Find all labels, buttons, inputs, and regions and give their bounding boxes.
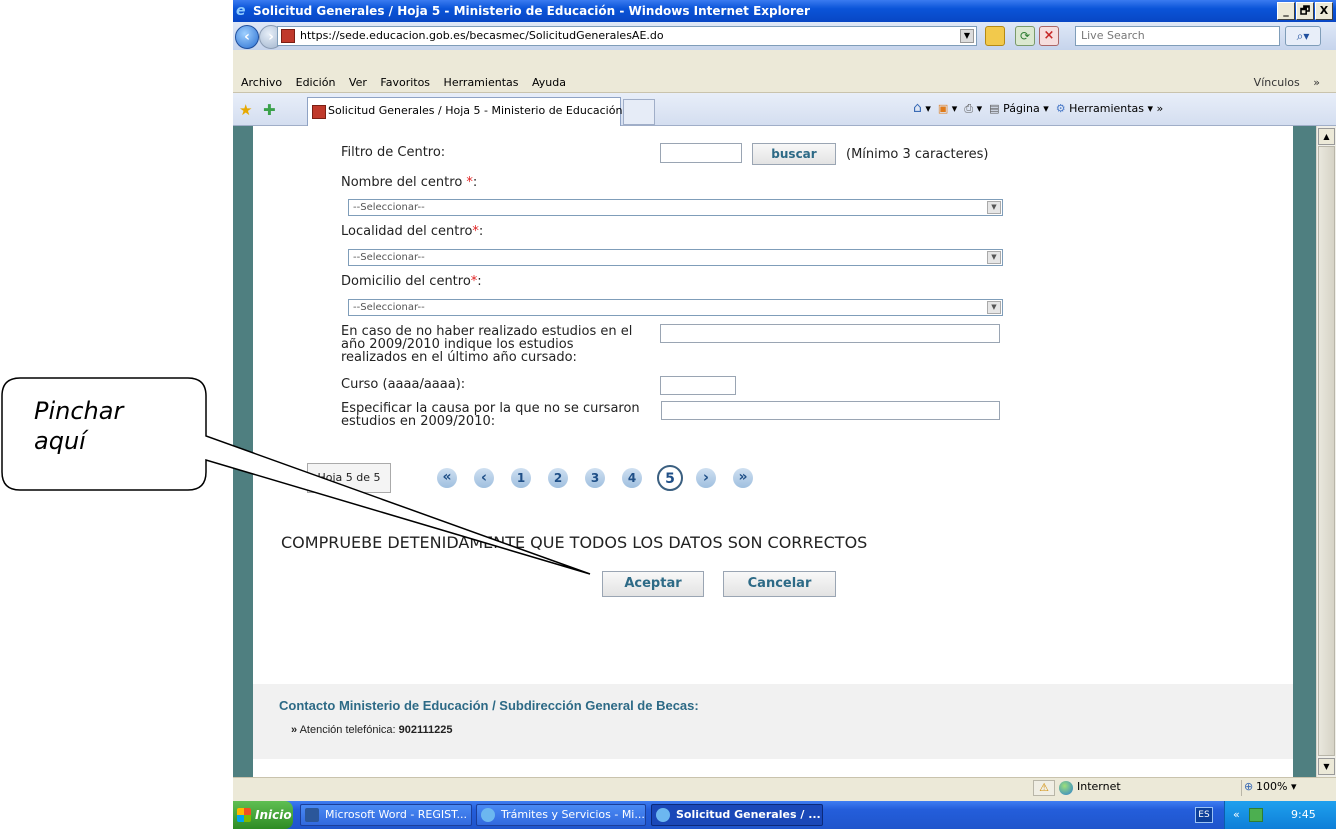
menu-ayuda[interactable]: Ayuda xyxy=(532,76,566,89)
ie-task-active-icon xyxy=(656,808,670,822)
print-icon[interactable]: ⎙ xyxy=(964,102,973,115)
causa-input[interactable] xyxy=(661,401,1000,420)
search-icon[interactable]: ⌕▾ xyxy=(1285,26,1321,46)
search-input[interactable]: Live Search xyxy=(1075,26,1280,46)
last-page-button[interactable]: » xyxy=(733,468,753,488)
start-button[interactable]: Inicio xyxy=(233,801,293,829)
network-icon[interactable] xyxy=(1249,808,1263,822)
tab-bar: ★ ✚ Solicitud Generales / Hoja 5 - Minis… xyxy=(233,93,1336,126)
next-page-button[interactable]: › xyxy=(696,468,716,488)
estudios-input[interactable] xyxy=(660,324,1000,343)
task-solicitud-active[interactable]: Solicitud Generales / ... xyxy=(651,804,823,826)
page-icon: ▤ xyxy=(989,102,1000,115)
close-button[interactable]: X xyxy=(1315,2,1333,20)
tray-expand-icon[interactable]: « xyxy=(1233,801,1240,829)
search-placeholder: Live Search xyxy=(1081,29,1145,42)
favorites-star-icon[interactable]: ★ xyxy=(239,101,252,119)
word-icon xyxy=(305,808,319,822)
address-url: https://sede.educacion.gob.es/becasmec/S… xyxy=(300,29,664,42)
right-decorative-bar xyxy=(1293,126,1316,777)
task-tramites[interactable]: Trámites y Servicios - Mi... xyxy=(476,804,646,826)
maximize-button[interactable]: 🗗 xyxy=(1296,2,1314,20)
localidad-label: Localidad del centro*: xyxy=(341,224,484,239)
scroll-up-icon[interactable]: ▲ xyxy=(1318,128,1335,145)
refresh-icon[interactable]: ⟳ xyxy=(1015,26,1035,46)
footer-title: Contacto Ministerio de Educación / Subdi… xyxy=(279,698,699,713)
stop-icon[interactable]: × xyxy=(1039,26,1059,46)
zone-indicator: Internet xyxy=(1059,780,1121,796)
command-bar: ⌂ ▾ ▣ ▾ ⎙ ▾ ▤ Página ▾ ⚙ Herramientas ▾ … xyxy=(913,100,1164,116)
globe-icon xyxy=(1059,781,1073,795)
annotation-callout: Pinchar aquí xyxy=(0,377,591,575)
add-favorites-icon[interactable]: ✚ xyxy=(263,101,276,119)
nombre-dropdown-icon: ▼ xyxy=(987,201,1001,214)
page-5-current: 5 xyxy=(657,465,683,491)
vertical-scrollbar[interactable]: ▲ ▼ xyxy=(1316,126,1336,777)
scroll-down-icon[interactable]: ▼ xyxy=(1318,758,1335,775)
site-favicon-icon xyxy=(281,29,295,43)
title-bar: e Solicitud Generales / Hoja 5 - Ministe… xyxy=(233,0,1336,22)
home-icon[interactable]: ⌂ xyxy=(913,100,922,116)
tab-active[interactable]: Solicitud Generales / Hoja 5 - Ministeri… xyxy=(307,97,623,126)
address-dropdown-icon[interactable]: ▼ xyxy=(960,29,974,43)
protected-mode-icon[interactable]: ⚠ xyxy=(1033,780,1055,796)
menu-archivo[interactable]: Archivo xyxy=(241,76,282,89)
back-button[interactable]: ‹ xyxy=(235,25,259,49)
scroll-thumb[interactable] xyxy=(1318,146,1335,756)
menu-herramientas[interactable]: Herramientas xyxy=(444,76,519,89)
links-menu[interactable]: Vínculos » xyxy=(1254,72,1320,93)
cancel-button[interactable]: Cancelar xyxy=(723,571,836,597)
curso-input[interactable] xyxy=(660,376,736,395)
footer: Contacto Ministerio de Educación / Subdi… xyxy=(253,684,1293,759)
buscar-button[interactable]: buscar xyxy=(752,143,836,165)
feeds-icon[interactable]: ▣ xyxy=(938,102,948,115)
address-bar[interactable]: https://sede.educacion.gob.es/becasmec/S… xyxy=(277,26,977,46)
ie-task-icon xyxy=(481,808,495,822)
tools-menu[interactable]: Herramientas xyxy=(1069,102,1144,115)
domicilio-label: Domicilio del centro*: xyxy=(341,274,482,289)
address-row: ‹ › https://sede.educacion.gob.es/becasm… xyxy=(233,22,1336,50)
filtro-label: Filtro de Centro: xyxy=(341,145,446,160)
minimize-button[interactable]: _ xyxy=(1277,2,1295,20)
windows-logo-icon xyxy=(237,808,251,822)
lock-icon[interactable] xyxy=(985,26,1005,46)
tools-gear-icon: ⚙ xyxy=(1055,102,1066,115)
domicilio-select[interactable]: --Seleccionar-- ▼ xyxy=(348,299,1003,316)
tab-title: Solicitud Generales / Hoja 5 - Ministeri… xyxy=(328,104,623,117)
clock: 9:45 xyxy=(1291,808,1316,821)
ie-logo-icon: e xyxy=(236,3,246,19)
taskbar: Inicio Microsoft Word - REGIST... Trámit… xyxy=(233,801,1336,829)
zoom-control[interactable]: ⊕ 100% ▾ xyxy=(1241,780,1296,796)
localidad-dropdown-icon: ▼ xyxy=(987,251,1001,264)
bullet-icon: » xyxy=(291,724,298,736)
annotation-text: Pinchar aquí xyxy=(34,397,124,455)
nombre-select[interactable]: --Seleccionar-- ▼ xyxy=(348,199,1003,216)
filtro-input[interactable] xyxy=(660,143,742,163)
phone-number: 902111225 xyxy=(398,724,453,736)
phone-line: » Atención telefónica: 902111225 xyxy=(291,724,453,736)
localidad-select[interactable]: --Seleccionar-- ▼ xyxy=(348,249,1003,266)
zoom-icon: ⊕ xyxy=(1244,780,1254,793)
window-title: Solicitud Generales / Hoja 5 - Ministeri… xyxy=(253,4,810,18)
menu-favoritos[interactable]: Favoritos xyxy=(380,76,430,89)
system-tray: ES « 9:45 xyxy=(1195,801,1336,829)
status-bar: ⚠ Internet ⊕ 100% ▾ xyxy=(233,777,1336,797)
nombre-label: Nombre del centro *: xyxy=(341,175,478,190)
task-word[interactable]: Microsoft Word - REGIST... xyxy=(300,804,472,826)
tab-favicon-icon xyxy=(312,105,326,119)
estudios-label: En caso de no haber realizado estudios e… xyxy=(341,324,633,365)
page-menu[interactable]: Página xyxy=(1003,102,1040,115)
language-indicator[interactable]: ES xyxy=(1195,807,1213,823)
domicilio-dropdown-icon: ▼ xyxy=(987,301,1001,314)
menu-edicion[interactable]: Edición xyxy=(296,76,336,89)
menu-ver[interactable]: Ver xyxy=(349,76,367,89)
menu-bar: Archivo Edición Ver Favoritos Herramient… xyxy=(233,72,1336,93)
new-tab-button[interactable] xyxy=(623,99,655,125)
minimo-hint: (Mínimo 3 caracteres) xyxy=(846,147,989,162)
